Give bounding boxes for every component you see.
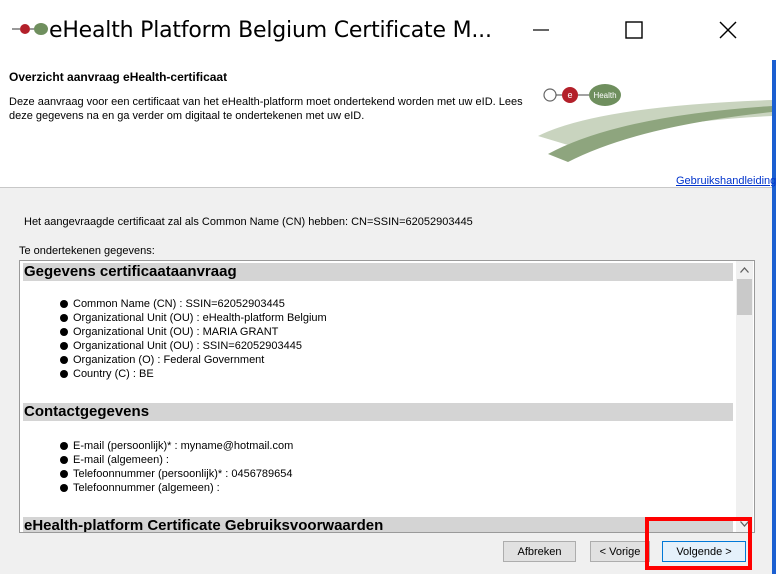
list-item: Country (C) : BE [60,367,327,381]
contact-list: E-mail (persoonlijk)* : myname@hotmail.c… [60,439,293,495]
list-item: E-mail (persoonlijk)* : myname@hotmail.c… [60,439,293,453]
wizard-content: Het aangevraagde certificaat zal als Com… [0,188,772,574]
page-title: Overzicht aanvraag eHealth-certificaat [9,70,228,84]
bullet-icon [60,470,68,478]
maximize-button[interactable] [587,0,681,60]
logo-letter: e [567,90,572,100]
list-item: Organizational Unit (OU) : MARIA GRANT [60,325,327,339]
list-item: Telefoonnummer (algemeen) : [60,481,293,495]
list-item: Telefoonnummer (persoonlijk)* : 04567896… [60,467,293,481]
to-sign-label: Te ondertekenen gegevens: [19,245,155,257]
signing-data-panel[interactable]: Gegevens certificaataanvraag Common Name… [19,260,755,533]
bullet-icon [60,442,68,450]
list-item: E-mail (algemeen) : [60,453,293,467]
logo-text: Health [593,91,616,100]
common-name-info: Het aangevraagde certificaat zal als Com… [24,216,473,228]
close-icon [719,21,737,39]
minimize-button[interactable] [494,0,588,60]
window-titlebar[interactable]: eHealth Platform Belgium Certificate M..… [0,0,776,60]
bullet-icon [60,356,68,364]
previous-button[interactable]: < Vorige [590,541,650,562]
bullet-icon [60,300,68,308]
list-item: Organizational Unit (OU) : SSIN=62052903… [60,339,327,353]
window-title: eHealth Platform Belgium Certificate M..… [49,18,492,43]
list-item: Organization (O) : Federal Government [60,353,327,367]
bullet-icon [60,456,68,464]
list-item: Common Name (CN) : SSIN=62052903445 [60,297,327,311]
cancel-button[interactable]: Afbreken [503,541,576,562]
certificate-request-list: Common Name (CN) : SSIN=62052903445 Orga… [60,297,327,381]
window-border [772,60,776,574]
list-item: Organizational Unit (OU) : eHealth-platf… [60,311,327,325]
scroll-thumb[interactable] [737,279,752,315]
section-heading-certificate-request: Gegevens certificaataanvraag [23,263,733,281]
bullet-icon [60,370,68,378]
vertical-scrollbar[interactable] [736,261,753,532]
ehealth-logo: e Health [538,84,772,162]
wizard-header: Overzicht aanvraag eHealth-certificaat D… [0,60,776,188]
section-heading-contact: Contactgegevens [23,403,733,421]
scroll-up-button[interactable] [736,261,753,278]
app-icon [12,23,48,35]
maximize-icon [625,21,643,39]
minimize-icon [533,29,549,31]
user-manual-link[interactable]: Gebruikshandleiding [676,175,776,187]
chevron-up-icon [740,266,749,273]
bullet-icon [60,484,68,492]
highlight-annotation [645,517,752,570]
section-heading-terms: eHealth-platform Certificate Gebruiksvoo… [23,517,733,532]
bullet-icon [60,314,68,322]
close-button[interactable] [681,0,775,60]
bullet-icon [60,328,68,336]
bullet-icon [60,342,68,350]
page-description: Deze aanvraag voor een certificaat van h… [9,96,523,122]
